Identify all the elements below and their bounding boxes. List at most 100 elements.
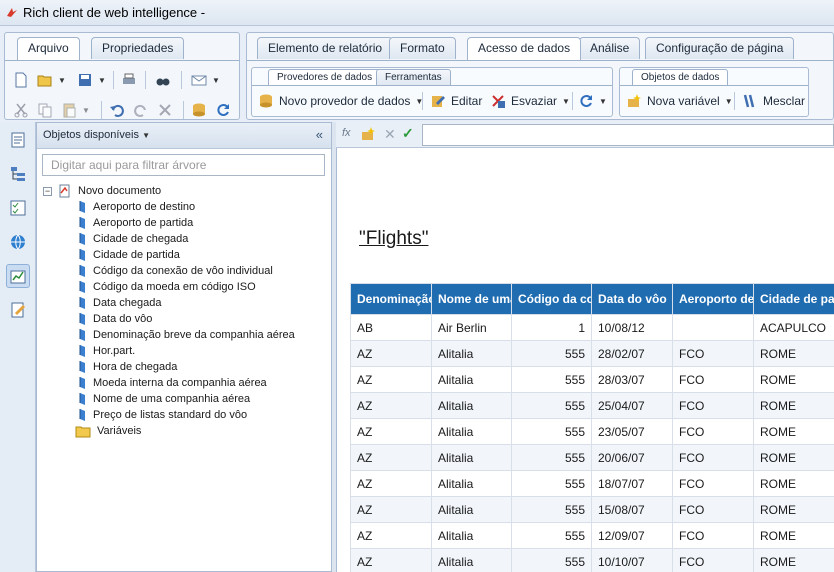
table-cell[interactable]: 555 (511, 392, 592, 419)
table-row[interactable]: AZ Alitalia 555 12/09/07 FCO ROME (350, 522, 834, 549)
cut-button[interactable] (13, 99, 29, 121)
panel-title[interactable]: Objetos disponíveis ▼ (43, 129, 150, 141)
tab-arquivo[interactable]: Arquivo (17, 37, 80, 60)
subtab-provedores-de-dados[interactable]: Provedores de dados (268, 69, 382, 85)
table-row[interactable]: AZ Alitalia 555 10/10/07 FCO ROME (350, 548, 834, 572)
table-cell[interactable]: FCO (672, 496, 754, 523)
new-document-button[interactable] (13, 69, 29, 91)
table-cell[interactable]: Alitalia (431, 470, 512, 497)
tree-item[interactable]: Hor.part. (77, 343, 135, 359)
validate-formula-icon[interactable]: ✓ (402, 125, 414, 142)
table-cell[interactable]: 555 (511, 444, 592, 471)
table-cell[interactable]: ROME (753, 366, 834, 393)
undo-button[interactable] (109, 99, 125, 121)
table-cell[interactable]: Alitalia (431, 522, 512, 549)
empty-button[interactable]: Esvaziar ▼ (490, 90, 570, 112)
collapse-panel-icon[interactable]: « (316, 127, 323, 142)
table-cell[interactable]: ROME (753, 444, 834, 471)
input-controls-button[interactable] (6, 196, 30, 220)
tree-item[interactable]: Cidade de partida (77, 247, 180, 263)
column-header[interactable]: Data do vôo (591, 283, 673, 315)
document-structure-button[interactable] (6, 298, 30, 322)
find-button[interactable] (155, 69, 171, 91)
table-row[interactable]: AZ Alitalia 555 28/02/07 FCO ROME (350, 340, 834, 367)
table-row[interactable]: AZ Alitalia 555 15/08/07 FCO ROME (350, 496, 834, 523)
tree-item[interactable]: Data do vôo (77, 311, 152, 327)
table-cell[interactable]: 20/06/07 (591, 444, 673, 471)
table-cell[interactable]: ROME (753, 392, 834, 419)
table-cell[interactable]: FCO (672, 392, 754, 419)
table-cell[interactable]: Alitalia (431, 548, 512, 572)
table-row[interactable]: AZ Alitalia 555 20/06/07 FCO ROME (350, 444, 834, 471)
table-cell[interactable]: 10/10/07 (591, 548, 673, 572)
print-button[interactable] (121, 69, 137, 91)
column-header[interactable]: Código da co (511, 283, 592, 315)
flights-table[interactable]: Denominação Nome de uma Código da co Data d… (350, 283, 834, 572)
table-cell[interactable]: AZ (350, 496, 432, 523)
column-header[interactable]: Denominação (350, 283, 432, 315)
web-service-button[interactable] (6, 230, 30, 254)
table-cell[interactable]: 12/09/07 (591, 522, 673, 549)
subtab-ferramentas[interactable]: Ferramentas (376, 69, 451, 85)
table-cell[interactable]: 28/02/07 (591, 340, 673, 367)
table-cell[interactable]: 555 (511, 522, 592, 549)
table-cell[interactable]: FCO (672, 418, 754, 445)
table-cell[interactable]: FCO (672, 548, 754, 572)
table-cell[interactable]: AZ (350, 522, 432, 549)
tree-filter-input[interactable] (42, 154, 325, 176)
open-button[interactable]: ▼ (37, 69, 66, 91)
table-cell[interactable]: ACAPULCO (753, 314, 834, 341)
tree-item[interactable]: Aeroporto de partida (77, 215, 193, 231)
table-cell[interactable]: 23/05/07 (591, 418, 673, 445)
table-cell[interactable]: AZ (350, 548, 432, 572)
table-cell[interactable]: 555 (511, 470, 592, 497)
table-cell[interactable]: Alitalia (431, 392, 512, 419)
table-cell[interactable]: AZ (350, 392, 432, 419)
column-header[interactable]: Cidade de pa (753, 283, 834, 315)
table-cell[interactable] (672, 314, 754, 341)
report-map-button[interactable] (6, 162, 30, 186)
table-cell[interactable]: 10/08/12 (591, 314, 673, 341)
table-row[interactable]: AB Air Berlin 1 10/08/12 ACAPULCO (350, 314, 834, 341)
table-cell[interactable]: Air Berlin (431, 314, 512, 341)
document-summary-button[interactable] (6, 128, 30, 152)
cancel-formula-icon[interactable]: ✕ (384, 126, 396, 143)
tab-configuracao-de-pagina[interactable]: Configuração de página (645, 37, 795, 59)
table-cell[interactable]: 28/03/07 (591, 366, 673, 393)
tree-item[interactable]: Hora de chegada (77, 359, 177, 375)
table-cell[interactable]: 1 (511, 314, 592, 341)
table-cell[interactable]: FCO (672, 366, 754, 393)
table-cell[interactable]: AZ (350, 366, 432, 393)
subtab-objetos-de-dados[interactable]: Objetos de dados (632, 69, 729, 85)
table-cell[interactable]: AB (350, 314, 432, 341)
table-row[interactable]: AZ Alitalia 555 25/04/07 FCO ROME (350, 392, 834, 419)
tree-folder-variables[interactable]: Variáveis (75, 423, 141, 439)
table-cell[interactable]: 555 (511, 366, 592, 393)
table-cell[interactable]: Alitalia (431, 496, 512, 523)
tree-item[interactable]: Denominação breve da companhia aérea (77, 327, 295, 343)
table-cell[interactable]: Alitalia (431, 340, 512, 367)
tree-item[interactable]: Preço de listas standard do vôo (77, 407, 247, 423)
email-button[interactable]: ▼ (191, 69, 220, 91)
report-title[interactable]: "Flights" (359, 228, 428, 250)
table-cell[interactable]: ROME (753, 418, 834, 445)
table-cell[interactable]: ROME (753, 522, 834, 549)
tab-acesso-de-dados[interactable]: Acesso de dados (467, 37, 582, 60)
table-cell[interactable]: Alitalia (431, 444, 512, 471)
table-cell[interactable]: 15/08/07 (591, 496, 673, 523)
column-header[interactable]: Aeroporto de (672, 283, 754, 315)
table-cell[interactable]: ROME (753, 340, 834, 367)
refresh-data-button[interactable]: ▼ (578, 90, 607, 112)
table-cell[interactable]: Alitalia (431, 418, 512, 445)
merge-button[interactable]: Mesclar (742, 90, 805, 112)
create-variable-icon[interactable] (360, 126, 376, 142)
edit-button[interactable]: Editar (430, 90, 482, 112)
tree-item[interactable]: Código da moeda em código ISO (77, 279, 256, 295)
table-cell[interactable]: Alitalia (431, 366, 512, 393)
new-data-provider-button[interactable]: Novo provedor de dados ▼ (258, 90, 423, 112)
new-variable-button[interactable]: Nova variável ▼ (626, 90, 733, 112)
tree-item[interactable]: Data chegada (77, 295, 162, 311)
tab-formato[interactable]: Formato (389, 37, 456, 59)
table-cell[interactable]: FCO (672, 522, 754, 549)
tree-item[interactable]: Aeroporto de destino (77, 199, 195, 215)
